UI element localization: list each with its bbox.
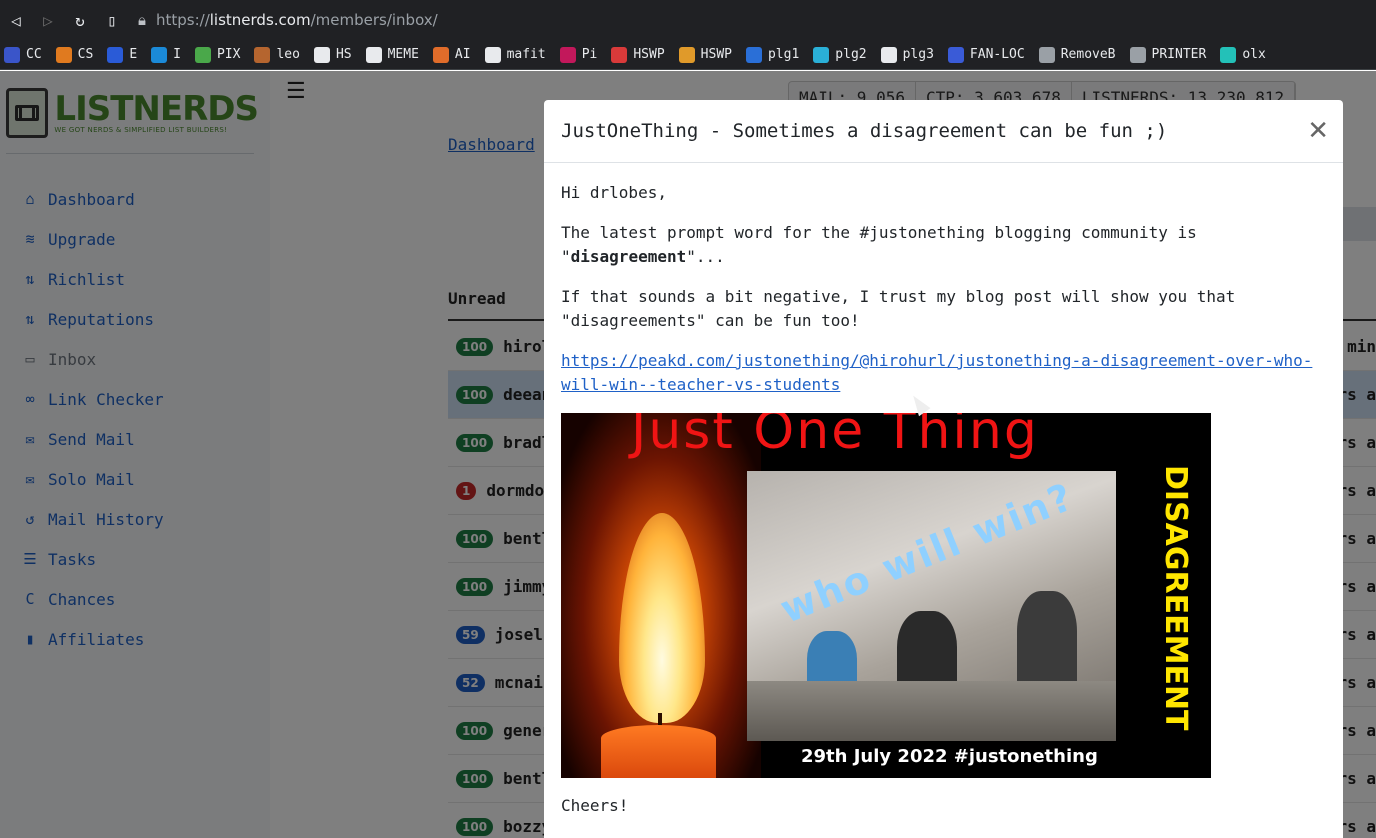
bookmark-label: HSWP: [700, 47, 732, 62]
bookmark-label: E: [129, 47, 138, 62]
url-host: listnerds.com: [209, 11, 311, 29]
bookmark-item[interactable]: CS: [55, 46, 94, 63]
bookmark-label: mafit: [506, 47, 546, 62]
post-image: who will win? Just One Thing DISAGREEMEN…: [561, 413, 1211, 778]
bookmark-label: Pi: [581, 47, 598, 62]
bookmark-item[interactable]: HSWP: [611, 46, 665, 63]
bookmark-favicon-icon: [4, 46, 20, 63]
bookmark-label: AI: [454, 47, 471, 62]
bookmark-item[interactable]: plg3: [880, 46, 934, 63]
bookmark-item[interactable]: AI: [432, 46, 471, 63]
bookmark-favicon-icon: [880, 46, 897, 63]
greeting: Hi drlobes,: [561, 183, 667, 202]
close-icon[interactable]: ✕: [1307, 118, 1329, 144]
bookmark-label: RemoveB: [1060, 47, 1116, 62]
bookmark-favicon-icon: [107, 46, 124, 63]
bookmark-label: FAN-LOC: [969, 47, 1025, 62]
bookmark-item[interactable]: olx: [1220, 46, 1266, 63]
bookmark-favicon-icon: [745, 46, 762, 63]
bookmark-label: plg1: [767, 47, 800, 62]
paragraph-prompt: The latest prompt word for the #justonet…: [561, 223, 1197, 266]
address-bar[interactable]: 🔒︎ https:// listnerds.com /members/inbox…: [138, 5, 438, 35]
lock-icon: 🔒︎: [138, 11, 146, 29]
bookmark-favicon-icon: [365, 46, 382, 63]
bookmark-favicon-icon: [254, 46, 271, 63]
url-scheme: https://: [155, 11, 210, 29]
bookmark-label: plg2: [835, 47, 867, 62]
bookmark-label: PRINTER: [1151, 47, 1207, 62]
bookmark-label: I: [173, 47, 181, 62]
bookmark-item[interactable]: plg2: [813, 46, 867, 63]
modal-body: Hi drlobes, The latest prompt word for t…: [544, 163, 1343, 838]
bookmark-item[interactable]: mafit: [484, 46, 546, 63]
bookmark-favicon-icon: [55, 46, 72, 63]
bookmark-item[interactable]: CC: [4, 46, 42, 63]
back-icon[interactable]: ◁: [0, 0, 32, 40]
image-vertical-text: DISAGREEMENT: [1158, 465, 1193, 731]
prompt-word: disagreement: [570, 247, 687, 266]
bookmark-item[interactable]: RemoveB: [1038, 46, 1116, 63]
bookmark-favicon-icon: [813, 46, 830, 63]
bookmark-item[interactable]: HSWP: [678, 46, 732, 63]
bookmark-label: MEME: [387, 47, 419, 62]
bookmark-item[interactable]: MEME: [365, 46, 419, 63]
bookmark-item[interactable]: FAN-LOC: [947, 46, 1025, 63]
bookmark-favicon-icon: [1220, 46, 1237, 63]
paragraph-fun: If that sounds a bit negative, I trust m…: [561, 287, 1236, 330]
bookmark-favicon-icon: [194, 46, 211, 63]
bookmark-icon[interactable]: ▯: [96, 0, 128, 40]
bookmarks-bar: CC CS E I PIX leo HS MEME AI mafit Pi HSWP HSWP plg1 p…: [0, 40, 1376, 70]
bookmark-label: olx: [1242, 47, 1266, 62]
signoff: Cheers!: [561, 796, 629, 815]
url-path: /members/inbox/: [310, 11, 438, 29]
bookmark-label: plg3: [902, 47, 934, 62]
bookmark-item[interactable]: PRINTER: [1129, 46, 1207, 63]
bookmark-favicon-icon: [1129, 46, 1146, 63]
bookmark-item[interactable]: E: [107, 46, 138, 63]
modal-header: JustOneThing - Sometimes a disagreement …: [544, 100, 1343, 163]
bookmark-label: CS: [77, 47, 94, 62]
bookmark-favicon-icon: [559, 46, 576, 63]
student-figure: [1017, 591, 1077, 691]
blog-post-link[interactable]: https://peakd.com/justonething/@hirohurl…: [561, 351, 1312, 394]
bookmark-favicon-icon: [313, 46, 330, 63]
bookmark-label: PIX: [216, 47, 241, 62]
bookmark-favicon-icon: [1038, 46, 1055, 63]
bookmark-label: leo: [276, 47, 300, 62]
message-modal: JustOneThing - Sometimes a disagreement …: [544, 100, 1343, 838]
bookmark-label: HS: [335, 47, 352, 62]
reload-icon[interactable]: ↻: [64, 0, 96, 40]
desk: [747, 681, 1116, 741]
browser-toolbar: ◁ ▷ ↻ ▯ 🔒︎ https:// listnerds.com /membe…: [0, 0, 1376, 40]
classroom-photo: who will win?: [747, 471, 1116, 741]
image-caption: 29th July 2022 #justonething: [801, 746, 1098, 767]
candle-body: [601, 725, 716, 778]
bookmark-label: CC: [26, 47, 42, 62]
bookmark-favicon-icon: [432, 46, 449, 63]
bookmark-favicon-icon: [151, 46, 168, 63]
bookmark-item[interactable]: plg1: [745, 46, 800, 63]
bookmark-favicon-icon: [611, 46, 628, 63]
bookmark-item[interactable]: PIX: [194, 46, 241, 63]
bookmark-item[interactable]: leo: [254, 46, 300, 63]
forward-icon[interactable]: ▷: [32, 0, 64, 40]
bookmark-favicon-icon: [484, 46, 501, 63]
bookmark-item[interactable]: Pi: [559, 46, 598, 63]
bookmark-favicon-icon: [947, 46, 964, 63]
bookmark-label: HSWP: [633, 47, 665, 62]
modal-title: JustOneThing - Sometimes a disagreement …: [561, 120, 1168, 142]
bookmark-favicon-icon: [678, 46, 695, 63]
image-title: Just One Thing: [631, 413, 1039, 461]
bookmark-item[interactable]: HS: [313, 46, 352, 63]
bookmark-item[interactable]: I: [151, 46, 181, 63]
